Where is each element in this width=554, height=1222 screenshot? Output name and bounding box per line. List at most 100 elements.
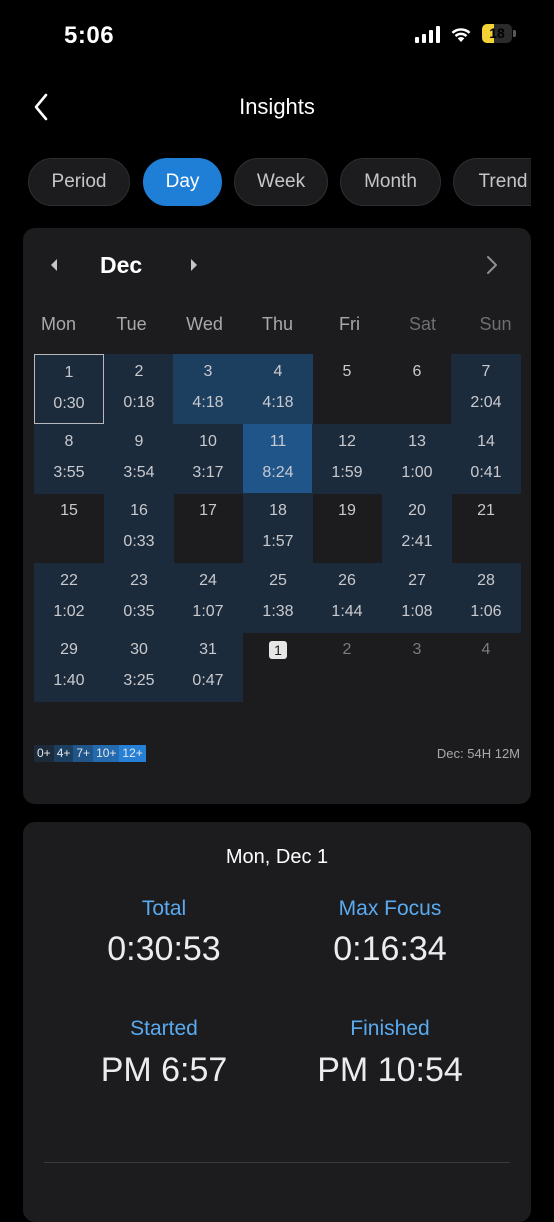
divider <box>44 1162 510 1163</box>
day-duration: 2:41 <box>401 533 433 550</box>
day-number: 24 <box>199 572 217 589</box>
legend-swatch: 4+ <box>53 745 74 762</box>
day-duration: 4:18 <box>192 394 224 411</box>
day-number: 1 <box>64 364 74 381</box>
selected-date: Mon, Dec 1 <box>225 846 329 868</box>
calendar-day-cell[interactable]: 1 0:30 <box>34 354 104 424</box>
day-number: 30 <box>130 641 148 658</box>
day-number: 14 <box>477 433 495 450</box>
calendar-day-cell[interactable]: 17 <box>173 493 243 563</box>
day-number: 10 <box>199 433 217 450</box>
previous-month-icon[interactable] <box>48 257 60 273</box>
calendar-day-cell[interactable]: 13 1:00 <box>382 424 452 494</box>
calendar-day-cell[interactable]: 15 <box>34 493 104 563</box>
day-number: 4 <box>481 641 491 658</box>
tab-week[interactable]: Week <box>234 158 328 206</box>
calendar-day-cell[interactable]: 6 <box>382 354 452 424</box>
day-number: 8 <box>64 433 74 450</box>
calendar-day-cell[interactable]: 4 4:18 <box>243 354 313 424</box>
weekday-sun: Sun <box>479 314 512 334</box>
day-number: 16 <box>130 502 148 519</box>
day-duration: 1:57 <box>262 533 294 550</box>
total-label: Total <box>141 897 187 920</box>
finished-value: PM 10:54 <box>317 1051 463 1089</box>
day-duration: 3:25 <box>123 672 155 689</box>
calendar-day-cell[interactable]: 31 0:47 <box>173 632 243 702</box>
day-number: 5 <box>342 363 352 380</box>
calendar-day-cell[interactable]: 27 1:08 <box>382 563 452 633</box>
calendar-day-cell[interactable]: 24 1:07 <box>173 563 243 633</box>
calendar-day-cell[interactable]: 18 1:57 <box>243 493 313 563</box>
calendar-day-cell[interactable]: 29 1:40 <box>34 632 104 702</box>
calendar-day-cell: 3 <box>382 632 452 702</box>
legend-swatch: 0+ <box>34 745 54 762</box>
calendar-day-cell[interactable]: 10 3:17 <box>173 424 243 494</box>
tab-period[interactable]: Period <box>28 158 130 206</box>
calendar-day-cell[interactable]: 7 2:04 <box>451 354 521 424</box>
tab-month[interactable]: Month <box>340 158 441 206</box>
day-duration: 1:00 <box>401 464 433 481</box>
day-duration: 3:55 <box>53 464 85 481</box>
calendar-day-cell[interactable]: 25 1:38 <box>243 563 313 633</box>
day-number: 1 <box>243 641 313 660</box>
finished-label: Finished <box>350 1017 430 1040</box>
legend-swatch: 12+ <box>119 745 146 762</box>
calendar-day-cell[interactable]: 2 0:18 <box>104 354 174 424</box>
calendar-day-cell[interactable]: 22 1:02 <box>34 563 104 633</box>
calendar-day-cell[interactable]: 30 3:25 <box>104 632 174 702</box>
day-number: 17 <box>199 502 217 519</box>
calendar-day-cell[interactable]: 9 3:54 <box>104 424 174 494</box>
day-number: 2 <box>342 641 352 658</box>
day-number: 6 <box>412 363 422 380</box>
day-number: 2 <box>134 363 144 380</box>
legend-swatch: 10+ <box>93 745 120 762</box>
day-duration: 4:18 <box>262 394 294 411</box>
day-duration: 2:04 <box>470 394 502 411</box>
next-month-icon[interactable] <box>188 257 200 273</box>
day-number: 3 <box>412 641 422 658</box>
wifi-icon <box>451 27 471 42</box>
calendar-day-cell[interactable]: 19 <box>312 493 382 563</box>
chevron-right-icon[interactable] <box>484 254 500 276</box>
day-number: 13 <box>408 433 426 450</box>
calendar-day-cell[interactable]: 12 1:59 <box>312 424 382 494</box>
battery-icon: 18 <box>482 24 516 43</box>
day-duration: 8:24 <box>262 464 294 481</box>
calendar-day-cell[interactable]: 21 <box>451 493 521 563</box>
calendar-day-cell[interactable]: 8 3:55 <box>34 424 104 494</box>
day-duration: 1:40 <box>53 672 85 689</box>
day-duration: 0:35 <box>123 603 155 620</box>
month-total: Dec: 54H 12M <box>436 746 520 761</box>
calendar-day-cell[interactable]: 14 0:41 <box>451 424 521 494</box>
calendar-day-cell[interactable]: 28 1:06 <box>451 563 521 633</box>
calendar-day-cell[interactable]: 11 8:24 <box>243 424 313 494</box>
day-number: 18 <box>269 502 287 519</box>
calendar-day-cell[interactable]: 16 0:33 <box>104 493 174 563</box>
calendar-day-cell[interactable]: 20 2:41 <box>382 493 452 563</box>
legend-swatch: 7+ <box>73 745 94 762</box>
weekday-mon: Mon <box>40 314 76 334</box>
max-focus-value: 0:16:34 <box>333 930 447 968</box>
calendar-day-cell[interactable]: 3 4:18 <box>173 354 243 424</box>
calendar-day-cell[interactable]: 26 1:44 <box>312 563 382 633</box>
started-value: PM 6:57 <box>100 1051 228 1089</box>
calendar-day-cell[interactable]: 5 <box>312 354 382 424</box>
day-duration: 1:06 <box>470 603 502 620</box>
tab-day[interactable]: Day <box>143 158 222 206</box>
day-number: 21 <box>477 502 495 519</box>
period-tabs: Period Day Week Month Trend <box>28 158 531 208</box>
day-number: 20 <box>408 502 426 519</box>
total-value: 0:30:53 <box>107 930 221 968</box>
calendar-day-cell: 1 <box>243 632 313 702</box>
weekday-sat: Sat <box>408 314 437 334</box>
status-icons: 18 <box>415 24 516 43</box>
tab-trend[interactable]: Trend <box>453 158 531 206</box>
calendar-day-cell: 2 <box>312 632 382 702</box>
day-number: 19 <box>338 502 356 519</box>
calendar-day-cell[interactable]: 23 0:35 <box>104 563 174 633</box>
day-duration: 1:02 <box>53 603 85 620</box>
battery-level: 18 <box>489 25 505 41</box>
weekday-tue: Tue <box>116 314 147 334</box>
page-title: Insights <box>239 94 315 119</box>
day-duration: 0:33 <box>123 533 155 550</box>
